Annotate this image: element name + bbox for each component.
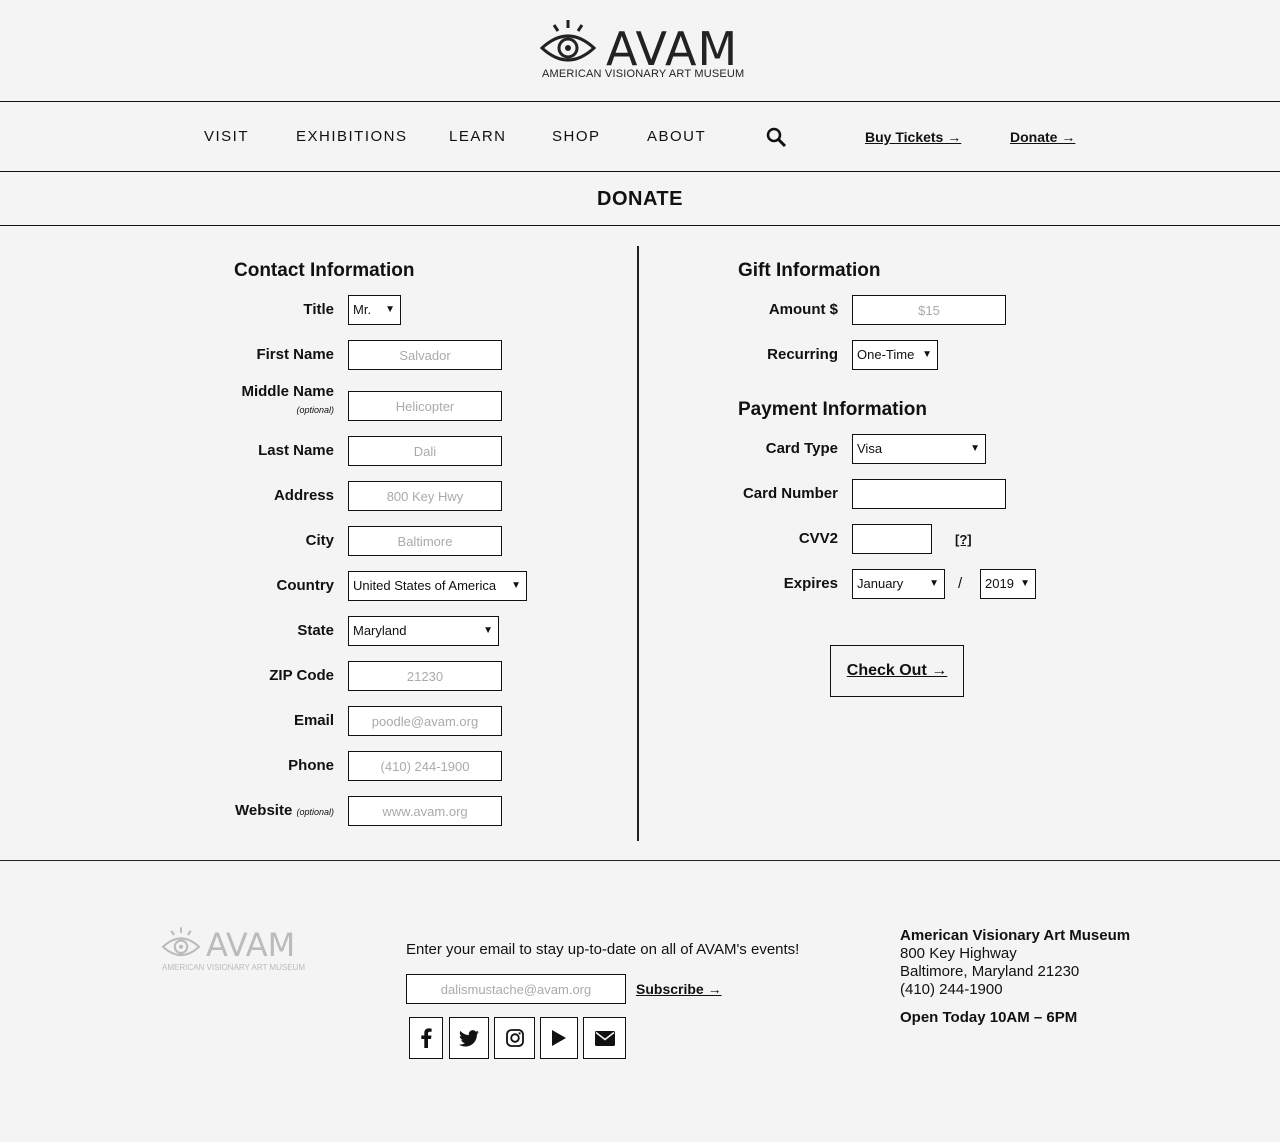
facebook-icon: [421, 1028, 432, 1048]
last-name-label: Last Name: [258, 442, 334, 459]
nav-item-learn[interactable]: LEARN: [449, 128, 507, 145]
site-header: AVAM AMERICAN VISIONARY ART MUSEUM: [0, 0, 1280, 102]
gift-info-title: Gift Information: [738, 260, 881, 281]
expires-year-select[interactable]: 2019 ▼: [980, 569, 1036, 599]
caret-down-icon: ▼: [922, 349, 932, 360]
card-type-select[interactable]: Visa ▼: [852, 434, 986, 464]
caret-down-icon: ▼: [511, 580, 521, 591]
museum-street: 800 Key Highway: [900, 945, 1017, 962]
country-select-value: United States of America: [353, 578, 497, 593]
museum-name: American Visionary Art Museum: [900, 927, 1131, 944]
title-select[interactable]: Mr. ▼: [348, 295, 401, 325]
buy-tickets-link[interactable]: Buy Tickets →: [865, 129, 961, 145]
footer-logo-subtitle: AMERICAN VISIONARY ART MUSEUM: [162, 963, 305, 972]
payment-info-title: Payment Information: [738, 399, 927, 420]
address-label: Address: [273, 487, 334, 504]
expires-month-value: January: [857, 576, 904, 591]
first-name-input[interactable]: [348, 340, 502, 370]
address-input[interactable]: [348, 481, 502, 511]
date-separator: /: [958, 575, 963, 592]
recurring-select-value: One-Time: [857, 347, 915, 362]
footer-logo-wordmark: AVAM: [206, 926, 296, 964]
first-name-label: First Name: [256, 346, 334, 363]
email-icon: [594, 1030, 615, 1046]
facebook-button[interactable]: [409, 1017, 443, 1059]
email-input[interactable]: [348, 706, 502, 736]
logo-subtitle: AMERICAN VISIONARY ART MUSEUM: [542, 68, 745, 80]
caret-down-icon: ▼: [483, 625, 493, 636]
optional-note: (optional): [296, 807, 334, 817]
caret-down-icon: ▼: [970, 443, 980, 454]
checkout-button[interactable]: Check Out →: [830, 645, 964, 697]
title-select-value: Mr.: [353, 302, 372, 317]
page-title: DONATE: [597, 188, 683, 210]
zip-input[interactable]: [348, 661, 502, 691]
footer-divider: [0, 860, 1280, 861]
instagram-icon: [505, 1029, 524, 1047]
city-input[interactable]: [348, 526, 502, 556]
contact-info-title: Contact Information: [234, 260, 415, 281]
city-label: City: [305, 532, 334, 549]
newsletter-email-input[interactable]: [406, 974, 626, 1004]
expires-year-value: 2019: [985, 576, 1014, 591]
middle-name-label: Middle Name: [241, 383, 334, 400]
newsletter-text: Enter your email to stay up-to-date on a…: [406, 941, 800, 958]
donate-link[interactable]: Donate →: [1010, 129, 1075, 145]
card-number-input[interactable]: [852, 479, 1006, 509]
card-type-label: Card Type: [765, 440, 838, 457]
footer-logo[interactable]: AVAM AMERICAN VISIONARY ART MUSEUM: [160, 926, 320, 976]
state-select-value: Maryland: [353, 623, 407, 638]
cvv-input[interactable]: [852, 524, 932, 554]
middle-name-label-group: Middle Name (optional): [134, 383, 334, 419]
card-type-select-value: Visa: [857, 441, 883, 456]
youtube-button[interactable]: [540, 1017, 578, 1059]
museum-hours: Open Today 10AM – 6PM: [900, 1009, 1078, 1026]
eye-icon: [540, 20, 596, 62]
email-button[interactable]: [583, 1017, 626, 1059]
card-number-label: Card Number: [742, 485, 838, 502]
caret-down-icon: ▼: [929, 578, 939, 589]
middle-name-input[interactable]: [348, 391, 502, 421]
expires-month-select[interactable]: January ▼: [852, 569, 945, 599]
state-select[interactable]: Maryland ▼: [348, 616, 499, 646]
caret-down-icon: ▼: [385, 304, 395, 315]
recurring-select[interactable]: One-Time ▼: [852, 340, 938, 370]
website-label: Website: [235, 802, 293, 819]
page-title-bar: DONATE: [0, 172, 1280, 226]
twitter-icon: [459, 1029, 479, 1046]
subscribe-link[interactable]: Subscribe →: [636, 981, 722, 997]
twitter-button[interactable]: [449, 1017, 489, 1059]
phone-input[interactable]: [348, 751, 502, 781]
cvv-help-link[interactable]: [?]: [955, 532, 972, 547]
website-input[interactable]: [348, 796, 502, 826]
museum-city: Baltimore, Maryland 21230: [900, 963, 1080, 980]
avam-logo[interactable]: AVAM AMERICAN VISIONARY ART MUSEUM: [540, 18, 744, 84]
nav-item-visit[interactable]: VISIT: [204, 128, 249, 145]
caret-down-icon: ▼: [1020, 578, 1030, 589]
last-name-input[interactable]: [348, 436, 502, 466]
search-icon[interactable]: [766, 127, 788, 149]
recurring-label: Recurring: [767, 346, 838, 363]
eye-icon: [161, 927, 201, 957]
country-select[interactable]: United States of America ▼: [348, 571, 527, 601]
expires-label: Expires: [783, 575, 838, 592]
website-label-group: Website (optional): [134, 802, 334, 819]
nav-item-about[interactable]: ABOUT: [647, 128, 706, 145]
country-label: Country: [276, 577, 335, 594]
nav-item-shop[interactable]: SHOP: [552, 128, 601, 145]
state-label: State: [297, 622, 334, 639]
phone-label: Phone: [288, 757, 334, 774]
nav-item-exhibitions[interactable]: EXHIBITIONS: [296, 128, 408, 145]
amount-label: Amount $: [768, 301, 838, 318]
cvv-label: CVV2: [798, 530, 838, 547]
youtube-icon: [552, 1030, 566, 1046]
optional-note: (optional): [296, 405, 334, 415]
email-label: Email: [293, 712, 334, 729]
main-nav: VISIT EXHIBITIONS LEARN SHOP ABOUT Buy T…: [0, 102, 1280, 172]
zip-label: ZIP Code: [269, 667, 334, 684]
amount-input[interactable]: [852, 295, 1006, 325]
instagram-button[interactable]: [494, 1017, 535, 1059]
museum-phone[interactable]: (410) 244-1900: [900, 981, 1003, 998]
title-label: Title: [303, 301, 334, 318]
